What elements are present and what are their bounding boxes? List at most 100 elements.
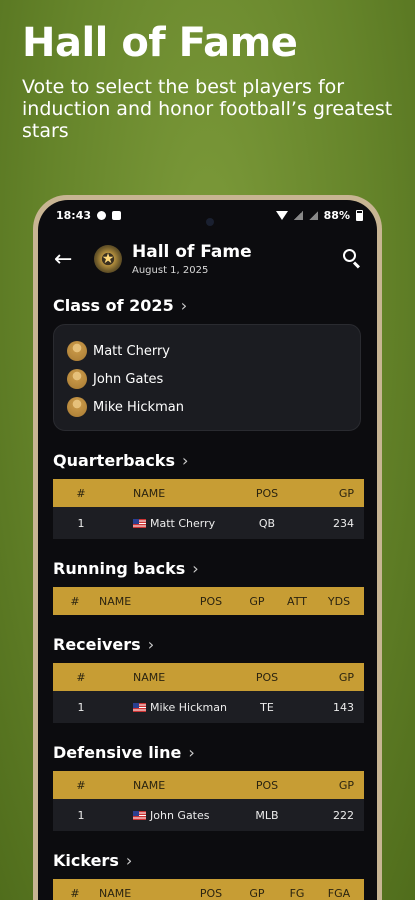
receivers-header[interactable]: Receivers › bbox=[53, 627, 361, 661]
wifi-icon bbox=[275, 210, 288, 220]
signal-icon bbox=[293, 210, 303, 220]
main-content: Class of 2025 › Matt Cherry John Gates M… bbox=[38, 288, 377, 900]
col-header: # bbox=[70, 594, 80, 608]
col-header: GP bbox=[338, 670, 354, 684]
defensive-line-header[interactable]: Defensive line › bbox=[53, 735, 361, 769]
signal-2-icon bbox=[308, 210, 318, 220]
search-icon[interactable] bbox=[341, 248, 363, 270]
chevron-right-icon: › bbox=[188, 742, 195, 762]
col-header: POS bbox=[255, 670, 279, 684]
us-flag-icon bbox=[133, 702, 146, 712]
class-member[interactable]: John Gates bbox=[67, 365, 346, 393]
defensive-line-table: # NAME POS GP 1 John Gates MLB 222 bbox=[53, 771, 364, 831]
avatar bbox=[67, 341, 87, 361]
us-flag-icon bbox=[133, 810, 146, 820]
kickers-header[interactable]: Kickers › bbox=[53, 843, 361, 877]
class-member[interactable]: Mike Hickman bbox=[67, 393, 346, 421]
chevron-right-icon: › bbox=[147, 634, 155, 654]
col-header: # bbox=[76, 670, 86, 684]
app-bar: ← ★ Hall of Fame August 1, 2025 bbox=[38, 230, 377, 288]
class-member-name: Matt Cherry bbox=[93, 343, 170, 359]
col-header: NAME bbox=[133, 486, 166, 500]
running-backs-title: Running backs bbox=[53, 558, 186, 578]
class-member[interactable]: Matt Cherry bbox=[67, 337, 346, 365]
class-member-name: John Gates bbox=[93, 371, 164, 387]
col-header: NAME bbox=[133, 778, 166, 792]
app-bar-date: August 1, 2025 bbox=[132, 265, 209, 276]
col-header: FG bbox=[289, 886, 305, 900]
col-header: NAME bbox=[99, 886, 132, 900]
receivers-table: # NAME POS GP 1 Mike Hickman TE 143 bbox=[53, 663, 364, 723]
col-header: ATT bbox=[287, 594, 307, 608]
player-name: Mike Hickman bbox=[150, 700, 227, 714]
col-header: # bbox=[76, 486, 86, 500]
app-bar-title: Hall of Fame bbox=[132, 242, 252, 262]
col-header: POS bbox=[255, 486, 279, 500]
phone-frame: 18:43 88% ← ★ Hall of Fame August 1, 202… bbox=[33, 195, 382, 900]
player-gp: 234 bbox=[333, 516, 354, 530]
player-gp: 143 bbox=[333, 700, 354, 714]
chevron-right-icon: › bbox=[181, 450, 189, 470]
col-header: YDS bbox=[327, 594, 351, 608]
col-header: NAME bbox=[133, 670, 166, 684]
table-header: # NAME POS GP bbox=[53, 771, 364, 799]
col-header: FGA bbox=[327, 886, 351, 900]
class-section-header[interactable]: Class of 2025 › bbox=[53, 288, 361, 322]
battery-percent: 88% bbox=[323, 208, 350, 222]
row-rank: 1 bbox=[77, 516, 85, 530]
col-header: POS bbox=[255, 778, 279, 792]
player-pos: TE bbox=[260, 700, 274, 714]
table-header: # NAME POS GP bbox=[53, 479, 364, 507]
kickers-title: Kickers bbox=[53, 850, 119, 870]
col-header: GP bbox=[338, 778, 354, 792]
table-header: # NAME POS GP ATT YDS bbox=[53, 587, 364, 615]
promo-subtitle: Vote to select the best players for indu… bbox=[22, 76, 393, 142]
col-header: GP bbox=[338, 486, 354, 500]
running-backs-table: # NAME POS GP ATT YDS bbox=[53, 587, 364, 615]
battery-icon bbox=[356, 209, 363, 221]
col-header: NAME bbox=[99, 594, 132, 608]
app-notification-icon bbox=[112, 210, 122, 220]
player-pos: MLB bbox=[255, 808, 279, 822]
row-rank: 1 bbox=[77, 808, 85, 822]
table-row[interactable]: 1 Matt Cherry QB 234 bbox=[53, 507, 364, 539]
table-header: # NAME POS GP bbox=[53, 663, 364, 691]
quarterbacks-header[interactable]: Quarterbacks › bbox=[53, 443, 361, 477]
table-header: # NAME POS GP FG FGA bbox=[53, 879, 364, 900]
avatar bbox=[67, 397, 87, 417]
quarterbacks-table: # NAME POS GP 1 Matt Cherry QB 234 bbox=[53, 479, 364, 539]
player-name: Matt Cherry bbox=[150, 516, 216, 530]
col-header: # bbox=[76, 778, 86, 792]
chevron-right-icon: › bbox=[125, 850, 133, 870]
col-header: POS bbox=[199, 886, 223, 900]
player-gp: 222 bbox=[333, 808, 354, 822]
class-section-title: Class of 2025 bbox=[53, 295, 174, 315]
notification-icon bbox=[97, 210, 107, 220]
kickers-table: # NAME POS GP FG FGA bbox=[53, 879, 364, 900]
class-card: Matt Cherry John Gates Mike Hickman bbox=[53, 324, 361, 431]
table-row[interactable]: 1 Mike Hickman TE 143 bbox=[53, 691, 364, 723]
avatar bbox=[67, 369, 87, 389]
receivers-title: Receivers bbox=[53, 634, 141, 654]
running-backs-header[interactable]: Running backs › bbox=[53, 551, 361, 585]
col-header: GP bbox=[249, 594, 265, 608]
app-screen: 18:43 88% ← ★ Hall of Fame August 1, 202… bbox=[38, 200, 377, 900]
col-header: # bbox=[70, 886, 80, 900]
back-arrow-icon[interactable]: ← bbox=[54, 247, 84, 272]
status-time: 18:43 bbox=[56, 208, 92, 222]
player-pos: QB bbox=[258, 516, 276, 530]
hall-of-fame-logo: ★ bbox=[94, 245, 122, 273]
chevron-right-icon: › bbox=[180, 295, 188, 315]
defensive-line-title: Defensive line bbox=[53, 742, 182, 762]
class-member-name: Mike Hickman bbox=[93, 399, 184, 415]
quarterbacks-title: Quarterbacks bbox=[53, 450, 175, 470]
player-name: John Gates bbox=[150, 808, 210, 822]
table-row[interactable]: 1 John Gates MLB 222 bbox=[53, 799, 364, 831]
promo-title: Hall of Fame bbox=[22, 20, 298, 66]
camera-icon bbox=[206, 218, 214, 226]
us-flag-icon bbox=[133, 518, 146, 528]
col-header: GP bbox=[249, 886, 265, 900]
col-header: POS bbox=[199, 594, 223, 608]
chevron-right-icon: › bbox=[192, 558, 199, 578]
row-rank: 1 bbox=[77, 700, 85, 714]
